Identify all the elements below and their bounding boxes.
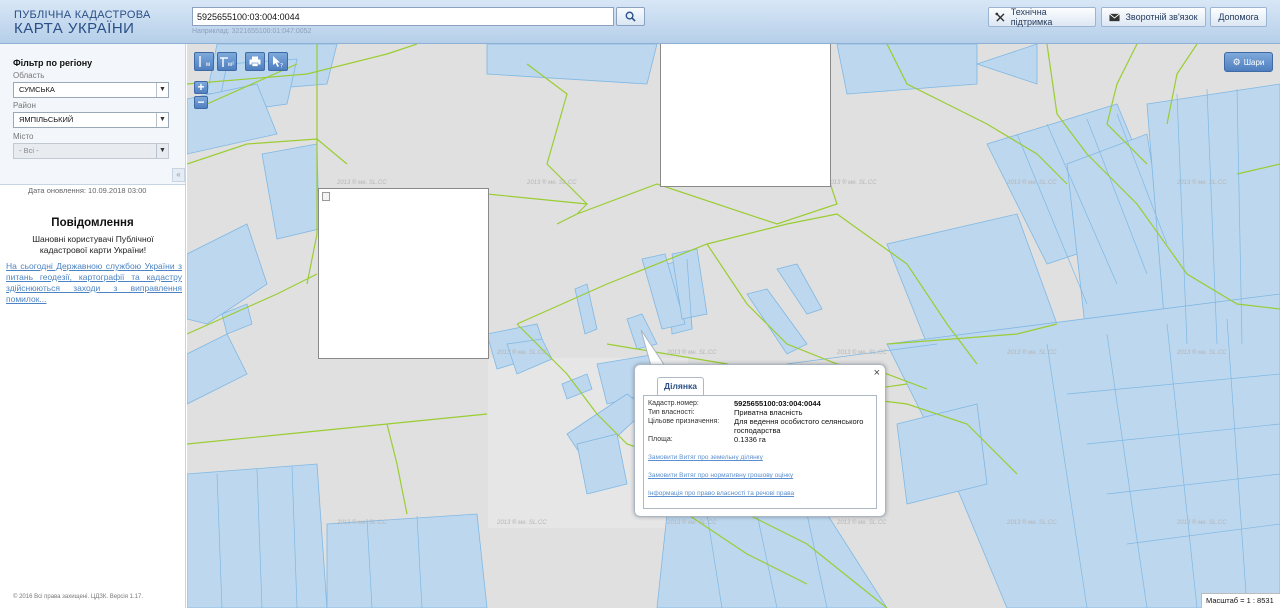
- tools-icon: [995, 12, 1005, 22]
- tech-support-label: Технічна підтримка: [1010, 7, 1053, 27]
- copyright: © 2016 Всі права захищені. ЦДЗК. Версія …: [13, 594, 144, 600]
- notice-text: Шановні користувачі Публічної кадастрово…: [32, 234, 154, 255]
- map-view[interactable]: 2013 ® ме. SL.CC 2013 ® ме. SL.CC 2013 ® м…: [187, 44, 1280, 608]
- region-label: Область: [13, 71, 45, 80]
- help-button[interactable]: Допомога: [1210, 7, 1267, 27]
- parcel-info-popup: × Ділянка Кадастр.номер: 5925655100:03:0…: [634, 364, 886, 517]
- printer-icon: [249, 56, 261, 67]
- svg-text:?: ?: [280, 62, 283, 68]
- map-scale: Масштаб = 1 : 8531: [1201, 593, 1280, 608]
- chevron-down-icon: ▼: [156, 144, 168, 158]
- gear-icon: ⚙: [1232, 56, 1241, 67]
- purpose-value: Для ведення особистого селянського госпо…: [734, 417, 864, 435]
- envelope-icon: [1109, 12, 1121, 21]
- search-button[interactable]: [616, 7, 645, 26]
- region-filter-panel: Фільтр по регіону Область СУМСЬКА ▼ Райо…: [0, 44, 185, 185]
- layers-button[interactable]: ⚙ Шари: [1224, 52, 1273, 72]
- zoom-out-button[interactable]: −: [194, 96, 208, 109]
- feedback-label: Зворотній зв'язок: [1125, 12, 1198, 22]
- measure-line-unit: м: [205, 61, 211, 68]
- missing-map-tile: [660, 44, 831, 187]
- popup-pointer: [640, 330, 667, 368]
- ownership-info-link[interactable]: Інформація про право власності та речові…: [648, 490, 794, 497]
- cadastral-number-label: Кадастр.номер:: [648, 400, 699, 407]
- feedback-button[interactable]: Зворотній зв'язок: [1101, 7, 1206, 27]
- purpose-label: Цільове призначення:: [648, 418, 720, 425]
- city-select[interactable]: - Всі - ▼: [13, 143, 169, 159]
- close-icon[interactable]: ×: [874, 367, 880, 379]
- area-ruler-icon: [219, 57, 228, 67]
- measure-area-button[interactable]: м²: [217, 52, 237, 71]
- identify-button[interactable]: ?: [268, 52, 288, 71]
- search-icon: [625, 11, 636, 22]
- logo-main-text[interactable]: КАРТА УКРАЇНИ: [14, 20, 134, 37]
- search-example-hint: Наприклад: 3221655100:01:047:0052: [192, 28, 312, 35]
- missing-map-tile: [318, 188, 489, 359]
- area-label: Площа:: [648, 436, 673, 443]
- measure-line-button[interactable]: м: [194, 52, 214, 71]
- map-toolbar: м м² ?: [194, 52, 288, 71]
- notice-link[interactable]: На сьогодні Державною службою України з …: [6, 261, 182, 305]
- order-land-extract-link[interactable]: Замовити Витяг про земельну ділянку: [648, 454, 763, 461]
- district-select[interactable]: ЯМПІЛЬСЬКИЙ ▼: [13, 112, 169, 128]
- chevron-down-icon: ▼: [156, 113, 168, 127]
- broken-image-icon: [322, 192, 330, 201]
- sidebar: Фільтр по регіону Область СУМСЬКА ▼ Райо…: [0, 44, 186, 608]
- district-label: Район: [13, 101, 36, 110]
- measure-area-unit: м²: [227, 61, 235, 68]
- tech-support-button[interactable]: Технічна підтримка: [988, 7, 1096, 27]
- area-value: 0.1336 га: [734, 435, 766, 444]
- print-button[interactable]: [245, 52, 265, 71]
- chevron-down-icon: ▼: [156, 83, 168, 97]
- tab-parcel[interactable]: Ділянка: [657, 377, 704, 395]
- help-label: Допомога: [1218, 12, 1259, 22]
- cadastral-search-input[interactable]: [192, 7, 614, 26]
- parcel-details: Кадастр.номер: 5925655100:03:004:0044 Ти…: [643, 395, 877, 509]
- city-label: Місто: [13, 132, 34, 141]
- notice-title: Повідомлення: [51, 217, 134, 229]
- cursor-question-icon: ?: [273, 55, 283, 68]
- update-date: Дата оновлення: 10.09.2018 03:00: [28, 186, 147, 195]
- ruler-icon: [199, 56, 201, 67]
- district-select-value: ЯМПІЛЬСЬКИЙ: [19, 115, 74, 124]
- region-select-value: СУМСЬКА: [19, 85, 55, 94]
- zoom-in-button[interactable]: +: [194, 81, 208, 94]
- collapse-sidebar-button[interactable]: «: [172, 168, 185, 182]
- ownership-type-label: Тип власності:: [648, 409, 695, 416]
- filter-title: Фільтр по регіону: [13, 58, 93, 68]
- order-valuation-extract-link[interactable]: Замовити Витяг про нормативну грошову оц…: [648, 472, 793, 479]
- layers-label: Шари: [1243, 57, 1265, 67]
- city-select-value: - Всі -: [19, 146, 39, 155]
- region-select[interactable]: СУМСЬКА ▼: [13, 82, 169, 98]
- header: ПУБЛІЧНА КАДАСТРОВА КАРТА УКРАЇНИ Наприк…: [0, 0, 1280, 44]
